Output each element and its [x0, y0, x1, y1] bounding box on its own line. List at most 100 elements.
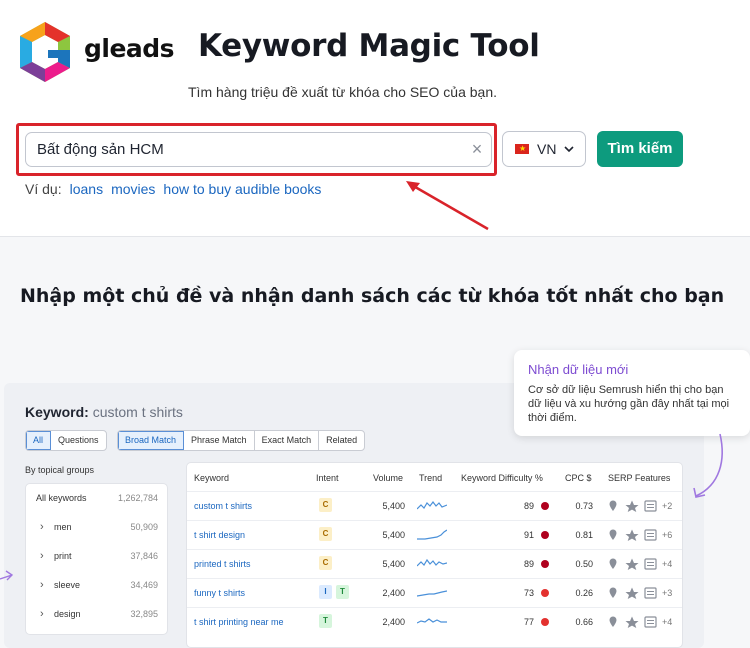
- table-row[interactable]: printed t shirts C 5,400 89 0.50 +4: [187, 549, 682, 578]
- column-header[interactable]: Volume: [373, 473, 403, 484]
- serp-features-icons: [609, 616, 657, 628]
- group-name: sleeve: [54, 580, 81, 590]
- table-row[interactable]: custom t shirts C 5,400 89 0.73 +2: [187, 491, 682, 520]
- header-area: gleads Keyword Magic Tool Tìm hàng triệu…: [0, 0, 750, 236]
- example-link-audible[interactable]: how to buy audible books: [163, 181, 321, 197]
- keyword-table: Keyword Intent Volume Trend Keyword Difficul…: [186, 462, 683, 648]
- intent-badge: C: [319, 498, 332, 512]
- difficulty-dot: [541, 502, 549, 510]
- volume-value: 2,400: [382, 617, 405, 627]
- example-link-movies[interactable]: movies: [111, 181, 155, 197]
- cpc-value: 0.50: [575, 559, 593, 569]
- cpc-value: 0.66: [575, 617, 593, 627]
- intent-badge: C: [319, 556, 332, 570]
- column-header[interactable]: Keyword: [194, 473, 229, 484]
- filter-questions[interactable]: Questions: [51, 431, 106, 450]
- topical-group-row[interactable]: › men 50,909: [26, 513, 169, 542]
- keyword-link[interactable]: custom t shirts: [194, 501, 252, 512]
- group-count: 1,262,784: [117, 493, 158, 503]
- keyword-search-input[interactable]: Bất động sản HCM: [25, 132, 492, 167]
- topical-groups: By topical groups All keywords 1,262,784 ›…: [25, 465, 170, 635]
- column-header[interactable]: CPC $: [565, 473, 592, 484]
- curved-arrow-left-icon: [0, 570, 14, 581]
- filter-phrase-match[interactable]: Phrase Match: [184, 431, 255, 450]
- keyword-difficulty-value: 73: [523, 588, 534, 598]
- column-header[interactable]: Keyword Difficulty %: [461, 473, 543, 484]
- filter-all[interactable]: All: [26, 431, 52, 450]
- group-name: All keywords: [36, 493, 87, 503]
- serp-more-count: +2: [662, 501, 673, 511]
- column-header[interactable]: SERP Features: [608, 473, 670, 484]
- cpc-value: 0.26: [575, 588, 593, 598]
- serp-features-icons: [609, 500, 657, 512]
- page-subtitle: Tìm hàng triệu đề xuất từ khóa cho SEO c…: [188, 84, 497, 100]
- examples: Ví dụ: loans movies how to buy audible book…: [25, 181, 321, 197]
- topical-group-row[interactable]: › sleeve 34,469: [26, 571, 169, 600]
- table-row[interactable]: funny t shirts I T 2,400 73 0.26 +3: [187, 578, 682, 607]
- volume-value: 5,400: [382, 501, 405, 511]
- clear-icon[interactable]: ×: [470, 140, 484, 158]
- intent-badge: C: [319, 527, 332, 541]
- keyword-link[interactable]: t shirt design: [194, 530, 245, 541]
- group-name: men: [54, 522, 72, 532]
- group-name: print: [54, 551, 72, 561]
- keyword-link[interactable]: t shirt printing near me: [194, 617, 284, 628]
- keyword-link[interactable]: printed t shirts: [194, 559, 251, 570]
- filter-related[interactable]: Related: [319, 431, 364, 450]
- example-link-loans[interactable]: loans: [70, 181, 103, 197]
- page-title: Keyword Magic Tool: [198, 28, 540, 64]
- table-row[interactable]: t shirt printing near me T 2,400 77 0.66 +4: [187, 607, 682, 636]
- keyword-link[interactable]: funny t shirts: [194, 588, 245, 599]
- groups-list: All keywords 1,262,784 › men 50,909 › print 37,…: [25, 483, 168, 635]
- country-select[interactable]: ★ VN: [502, 131, 586, 167]
- group-count: 37,846: [130, 551, 158, 561]
- gleads-logo-icon: [20, 22, 70, 82]
- curved-arrow-icon: [693, 433, 723, 498]
- keyword-difficulty-value: 89: [523, 501, 534, 511]
- keyword-difficulty-value: 89: [523, 559, 534, 569]
- difficulty-dot: [541, 589, 549, 597]
- column-header[interactable]: Intent: [316, 473, 339, 484]
- difficulty-dot: [541, 618, 549, 626]
- group-count: 34,469: [130, 580, 158, 590]
- country-code: VN: [537, 141, 557, 157]
- question-filter: All Questions: [25, 430, 107, 451]
- intent-badge: I: [319, 585, 332, 599]
- difficulty-dot: [541, 560, 549, 568]
- gleads-logo[interactable]: gleads: [18, 20, 175, 84]
- serp-features-icons: [609, 587, 657, 599]
- red-arrow-icon: [406, 181, 489, 231]
- filter-broad-match[interactable]: Broad Match: [118, 431, 185, 450]
- group-name: design: [54, 609, 81, 619]
- serp-more-count: +6: [662, 530, 673, 540]
- topical-group-row[interactable]: › design 32,895: [26, 600, 169, 629]
- chevron-right-icon: ›: [40, 608, 44, 620]
- brand-name: gleads: [84, 34, 175, 63]
- search-button[interactable]: Tìm kiếm: [597, 131, 683, 167]
- tooltip-body: Cơ sở dữ liệu Semrush hiển thị cho bạn d…: [528, 384, 730, 424]
- topical-group-row[interactable]: All keywords 1,262,784: [26, 484, 169, 513]
- volume-value: 5,400: [382, 530, 405, 540]
- column-header[interactable]: Trend: [419, 473, 442, 484]
- trend-sparkline: [417, 558, 447, 567]
- volume-value: 5,400: [382, 559, 405, 569]
- table-row[interactable]: t shirt design C 5,400 91 0.81 +6: [187, 520, 682, 549]
- keyword-difficulty-value: 91: [523, 530, 534, 540]
- filter-exact-match[interactable]: Exact Match: [255, 431, 320, 450]
- serp-more-count: +4: [662, 617, 673, 627]
- trend-sparkline: [417, 590, 447, 597]
- vietnam-flag-icon: ★: [515, 144, 529, 154]
- serp-more-count: +4: [662, 559, 673, 569]
- cpc-value: 0.81: [575, 530, 593, 540]
- cpc-value: 0.73: [575, 501, 593, 511]
- chevron-right-icon: ›: [40, 550, 44, 562]
- chevron-right-icon: ›: [40, 521, 44, 533]
- examples-label: Ví dụ:: [25, 181, 62, 197]
- group-count: 50,909: [130, 522, 158, 532]
- intent-badge: T: [319, 614, 332, 628]
- serp-features-icons: [609, 529, 657, 541]
- trend-sparkline: [417, 501, 447, 510]
- tooltip-card: Nhận dữ liệu mới Cơ sở dữ liệu Semrush h…: [514, 350, 750, 436]
- keyword-difficulty-value: 77: [523, 617, 534, 627]
- topical-group-row[interactable]: › print 37,846: [26, 542, 169, 571]
